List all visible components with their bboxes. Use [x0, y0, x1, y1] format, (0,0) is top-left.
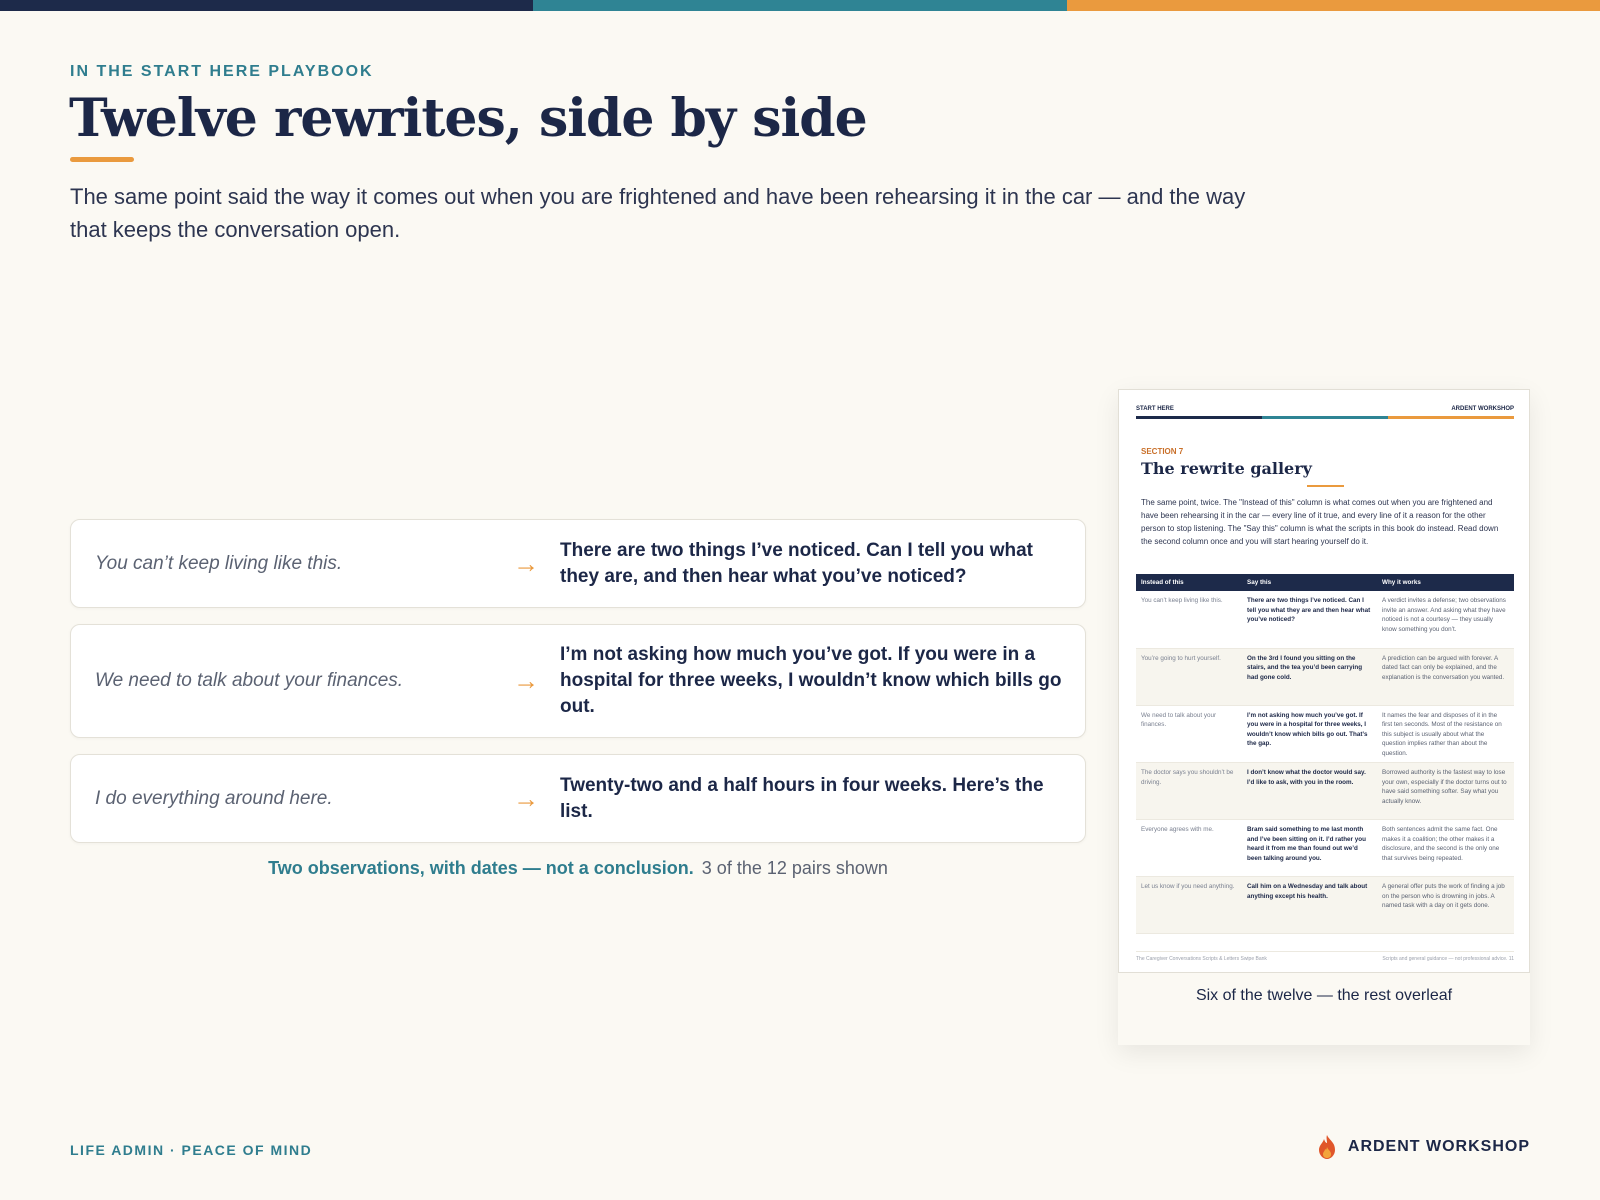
table-row: Let us know if you need anything. Call h… — [1136, 876, 1514, 934]
pair-before: We need to talk about your finances. — [95, 670, 404, 691]
table-row: Everyone agrees with me. Bram said somet… — [1136, 819, 1514, 877]
preview-footer: The Caregiver Conversations Scripts & Le… — [1136, 951, 1514, 962]
caption-highlight: Two observations, with dates — not a con… — [268, 858, 694, 878]
table-cell: You’re going to hurt yourself. — [1136, 648, 1242, 706]
brand-name: ARDENT WORKSHOP — [1347, 1138, 1530, 1155]
table-cell: Bram said something to me last month and… — [1242, 819, 1377, 877]
preview-bar-teal — [1262, 416, 1388, 419]
preview-bar-orange — [1388, 416, 1514, 419]
pair-after: Twenty-two and a half hours in four week… — [560, 774, 1044, 822]
table-cell: Borrowed authority is the fastest way to… — [1377, 762, 1514, 820]
table-cell: Let us know if you need anything. — [1136, 876, 1242, 934]
preview-bar-navy — [1136, 416, 1262, 419]
page-preview: START HERE ARDENT WORKSHOP SECTION 7 The… — [1118, 389, 1530, 1045]
preview-footer-right: Scripts and general guidance — not profe… — [1382, 956, 1514, 962]
lede: The same point said the way it comes out… — [70, 184, 1246, 242]
arrow-right-icon: → — [513, 548, 539, 578]
footer-tagline: LIFE ADMIN · PEACE OF MIND — [70, 1142, 313, 1158]
table-cell: A prediction can be argued with forever.… — [1377, 648, 1514, 706]
top-color-bar — [0, 0, 1600, 11]
pair-before: You can’t keep living like this. — [95, 552, 343, 574]
pair-after: There are two things I’ve noticed. Can I… — [560, 539, 1033, 587]
eyebrow: IN THE START HERE PLAYBOOK — [70, 63, 374, 80]
preview-header: START HERE ARDENT WORKSHOP — [1136, 406, 1514, 412]
table-cell: On the 3rd I found you sitting on the st… — [1242, 648, 1377, 706]
table-cell: I don’t know what the doctor would say. … — [1242, 762, 1377, 820]
top-bar-teal — [533, 0, 1067, 11]
preview-page: START HERE ARDENT WORKSHOP SECTION 7 The… — [1118, 389, 1530, 973]
table-cell: It names the fear and disposes of it in … — [1377, 705, 1514, 763]
rewrite-pair: You can’t keep living like this. → There… — [70, 519, 1086, 608]
preview-header-left: START HERE — [1136, 406, 1174, 412]
table-cell: We need to talk about your finances. — [1136, 705, 1242, 763]
preview-col-header: Why it works — [1377, 574, 1514, 591]
pairs-caption: Two observations, with dates — not a con… — [70, 858, 1086, 879]
pair-before: I do everything around here. — [95, 787, 333, 809]
table-cell: Everyone agrees with me. — [1136, 819, 1242, 877]
table-cell: There are two things I’ve noticed. Can I… — [1242, 591, 1377, 649]
arrow-right-icon: → — [513, 665, 539, 696]
preview-color-bar — [1136, 416, 1514, 419]
caption-count: 3 of the 12 pairs shown — [701, 858, 888, 878]
preview-footer-left: The Caregiver Conversations Scripts & Le… — [1136, 956, 1267, 962]
title-underline — [70, 157, 134, 162]
rewrite-pair: We need to talk about your finances. → I… — [70, 624, 1086, 738]
pair-after: I’m not asking how much you’ve got. If y… — [560, 644, 1062, 717]
preview-title: The rewrite gallery — [1141, 459, 1312, 478]
preview-header-right: ARDENT WORKSHOP — [1451, 406, 1514, 412]
preview-title-underline — [1307, 485, 1344, 487]
table-cell: Both sentences admit the same fact. One … — [1377, 819, 1514, 877]
arrow-right-icon: → — [513, 783, 539, 813]
table-cell: Call him on a Wednesday and talk about a… — [1242, 876, 1377, 934]
preview-table: Instead of this Say this Why it works Yo… — [1136, 574, 1514, 934]
top-bar-orange — [1066, 0, 1600, 11]
table-cell: A general offer puts the work of finding… — [1377, 876, 1514, 934]
table-cell: The doctor says you shouldn’t be driving… — [1136, 762, 1242, 820]
footer-brand: ARDENT WORKSHOP — [1316, 1134, 1530, 1160]
table-cell: You can’t keep living like this. — [1136, 591, 1242, 649]
table-row: We need to talk about your finances. I’m… — [1136, 705, 1514, 763]
preview-caption: Six of the twelve — the rest overleaf — [1195, 987, 1453, 1004]
table-row: You can’t keep living like this. There a… — [1136, 591, 1514, 649]
page-title: Twelve rewrites, side by side — [69, 88, 868, 149]
preview-col-header: Instead of this — [1136, 574, 1242, 591]
table-cell: I’m not asking how much you’ve got. If y… — [1242, 705, 1377, 763]
preview-section: SECTION 7 — [1141, 447, 1184, 456]
rewrite-pair: I do everything around here. → Twenty-tw… — [70, 754, 1086, 843]
preview-intro: The same point, twice. The "Instead of t… — [1141, 498, 1499, 546]
table-cell: A verdict invites a defense; two observa… — [1377, 591, 1514, 649]
top-bar-navy — [0, 0, 534, 11]
table-row: You’re going to hurt yourself. On the 3r… — [1136, 648, 1514, 706]
table-row: The doctor says you shouldn’t be driving… — [1136, 762, 1514, 820]
flame-icon — [1318, 1135, 1335, 1159]
preview-col-header: Say this — [1242, 574, 1377, 591]
